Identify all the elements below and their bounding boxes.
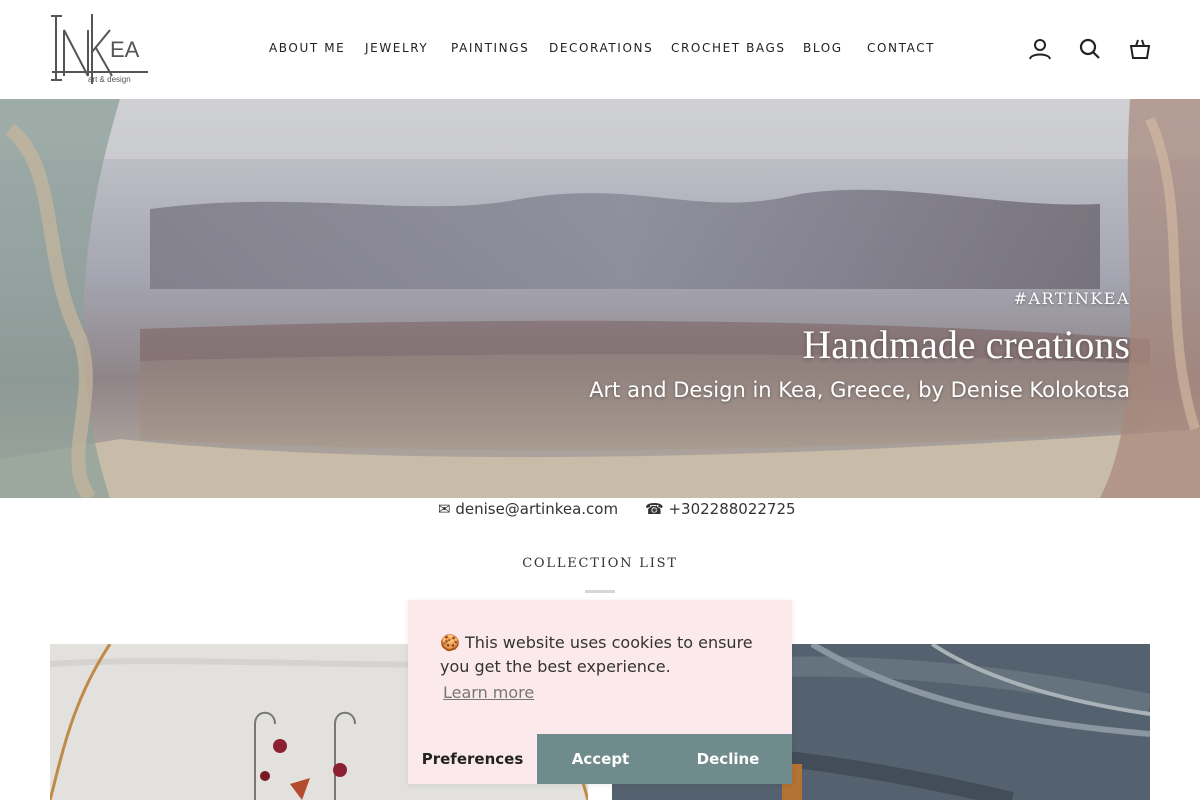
preferences-button[interactable]: Preferences (408, 734, 537, 784)
main-navigation: ABOUT ME JEWELRY PAINTINGS DECORATIONS C… (0, 0, 1200, 99)
hero-tagline: #ARTINKEA (1013, 289, 1130, 308)
cookie-message: 🍪 This website uses cookies to ensure yo… (440, 633, 753, 676)
nav-about-me[interactable]: ABOUT ME (269, 41, 345, 55)
nav-decorations[interactable]: DECORATIONS (549, 41, 653, 55)
site-header: EA art & design ABOUT ME JEWELRY PAINTIN… (0, 0, 1200, 99)
nav-blog[interactable]: BLOG (803, 41, 843, 55)
nav-crochet-bags[interactable]: CROCHET BAGS (671, 41, 786, 55)
search-icon[interactable] (1078, 37, 1102, 61)
cookie-consent-banner: 🍪 This website uses cookies to ensure yo… (408, 600, 792, 784)
cart-icon[interactable] (1128, 37, 1152, 61)
section-divider (585, 590, 615, 593)
hero-banner: #ARTINKEA Handmade creations Art and Des… (0, 99, 1200, 498)
nav-paintings[interactable]: PAINTINGS (451, 41, 529, 55)
contact-bar: ✉ denise@artinkea.com ☎ +302288022725 (0, 498, 1200, 520)
hero-title: Handmade creations (802, 322, 1130, 367)
accept-button[interactable]: Accept (537, 734, 664, 784)
nav-jewelry[interactable]: JEWELRY (365, 41, 428, 55)
nav-contact[interactable]: CONTACT (867, 41, 935, 55)
phone-link[interactable]: ☎ +302288022725 (645, 500, 796, 518)
decline-button[interactable]: Decline (664, 734, 792, 784)
learn-more-link[interactable]: Learn more (443, 683, 534, 702)
hero-subtitle: Art and Design in Kea, Greece, by Denise… (589, 378, 1130, 402)
user-icon[interactable] (1028, 37, 1052, 61)
collection-list-heading: COLLECTION LIST (522, 556, 678, 571)
email-link[interactable]: ✉ denise@artinkea.com (438, 500, 618, 518)
